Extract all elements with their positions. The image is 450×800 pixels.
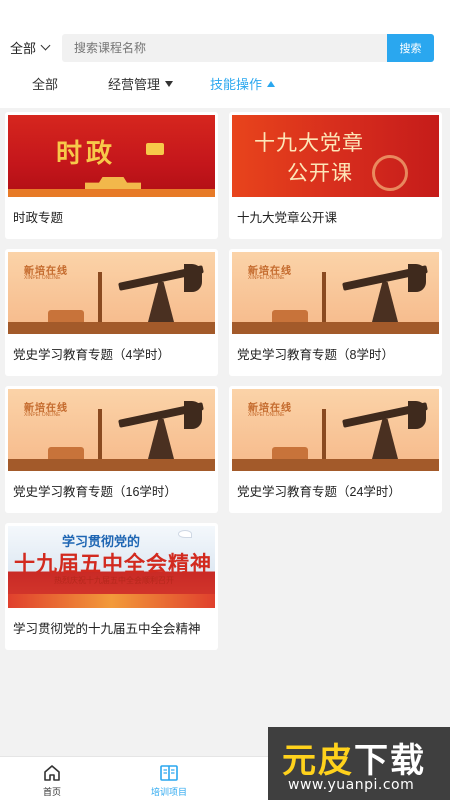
course-thumbnail: 新培在线 XINPEI ONLINE: [232, 252, 439, 334]
thumbnail-ground: [232, 459, 439, 471]
thumbnail-base: [8, 189, 215, 197]
tab-label: 全部: [32, 77, 59, 92]
tab-management[interactable]: 经营管理: [108, 74, 174, 93]
course-card[interactable]: 十九大党章 公开课 十九大党章公开课: [229, 112, 442, 239]
course-title: 党史学习教育专题（4学时）: [13, 348, 170, 362]
derrick-icon: [94, 409, 106, 459]
thumbnail-text: 十九大党章: [254, 131, 364, 155]
tab-skills[interactable]: 技能操作: [210, 74, 276, 93]
pumpjack-post: [148, 282, 174, 322]
caret-down-icon: [165, 80, 174, 87]
course-card[interactable]: 新培在线 XINPEI ONLINE 党史学习教育专题（16学时）: [5, 386, 218, 513]
derrick-icon: [94, 272, 106, 322]
dove-icon: [178, 530, 192, 538]
course-card[interactable]: 新培在线 XINPEI ONLINE 党史学习教育专题（24学时）: [229, 386, 442, 513]
course-title: 学习贯彻党的十九届五中全会精神: [13, 622, 201, 636]
search-button[interactable]: 搜索: [387, 34, 434, 62]
tab-all[interactable]: 全部: [32, 74, 58, 93]
nav-item-home[interactable]: 首页: [22, 763, 82, 798]
course-title: 党史学习教育专题（24学时）: [237, 485, 401, 499]
pumpjack-head: [408, 264, 426, 292]
watermark-logo: 元皮下载 www.yuanpi.com: [268, 727, 450, 800]
scope-dropdown[interactable]: 全部: [10, 38, 51, 57]
course-title: 党史学习教育专题（8学时）: [237, 348, 394, 362]
home-icon: [44, 765, 60, 781]
caret-up-icon: [267, 80, 276, 87]
course-card[interactable]: 学习贯彻党的 十九届五中全会精神 热烈庆祝十九届五中全会顺利召开 学习贯彻党的十…: [5, 523, 218, 650]
thumbnail-sub: XINPEI ONLINE: [248, 275, 285, 281]
thumbnail-ground: [232, 322, 439, 334]
search-box: 搜索: [62, 34, 434, 62]
pumpjack-head: [184, 401, 202, 429]
watermark-word: 元皮: [282, 741, 354, 781]
thumbnail-ground: [8, 322, 215, 334]
thumbnail-sub: XINPEI ONLINE: [24, 275, 61, 281]
pumpjack-post: [148, 419, 174, 459]
course-thumbnail: 学习贯彻党的 十九届五中全会精神 热烈庆祝十九届五中全会顺利召开: [8, 526, 215, 608]
thumbnail-text: 热烈庆祝十九届五中全会顺利召开: [54, 576, 174, 585]
pumpjack-head: [408, 401, 426, 429]
course-card[interactable]: 新培在线 XINPEI ONLINE 党史学习教育专题（8学时）: [229, 249, 442, 376]
thumbnail-text: 十九届五中全会精神: [14, 553, 212, 576]
watermark-title: 元皮下载: [282, 733, 426, 782]
pumpjack-post: [372, 419, 398, 459]
watermark-url: www.yuanpi.com: [288, 777, 415, 793]
nav-label: 培训项目: [150, 787, 187, 797]
chevron-down-icon: [40, 40, 51, 51]
watermark-word: 下载: [354, 741, 426, 781]
pumpjack-post: [372, 282, 398, 322]
course-title: 时政专题: [13, 211, 64, 225]
course-title: 十九大党章公开课: [237, 211, 338, 225]
thumbnail-sub: XINPEI ONLINE: [248, 412, 285, 418]
search-row: 全部 搜索: [0, 34, 450, 62]
filter-tabs: 全部 经营管理 技能操作: [0, 74, 450, 96]
derrick-icon: [318, 272, 330, 322]
book-icon: [160, 765, 178, 781]
thumbnail-text: 公开课: [287, 161, 353, 185]
course-thumbnail: 时政: [8, 115, 215, 197]
top-bar: 全部 搜索 全部 经营管理 技能操作: [0, 0, 450, 108]
course-card[interactable]: 时政 时政专题: [5, 112, 218, 239]
course-thumbnail: 新培在线 XINPEI ONLINE: [8, 252, 215, 334]
course-thumbnail: 十九大党章 公开课: [232, 115, 439, 197]
course-thumbnail: 新培在线 XINPEI ONLINE: [8, 389, 215, 471]
thumbnail-sub: XINPEI ONLINE: [24, 412, 61, 418]
tab-label: 技能操作: [210, 77, 263, 92]
thumbnail-ground: [8, 459, 215, 471]
thumbnail-text: 时政: [56, 139, 117, 169]
course-title: 党史学习教育专题（16学时）: [13, 485, 177, 499]
search-input[interactable]: [62, 34, 382, 62]
tab-label: 经营管理: [108, 77, 161, 92]
party-emblem-icon: [372, 155, 408, 191]
derrick-icon: [318, 409, 330, 459]
stamp-icon: [146, 143, 164, 155]
thumbnail-base: [8, 594, 215, 608]
scope-label: 全部: [10, 41, 37, 56]
pumpjack-head: [184, 264, 202, 292]
course-thumbnail: 新培在线 XINPEI ONLINE: [232, 389, 439, 471]
course-card[interactable]: 新培在线 XINPEI ONLINE 党史学习教育专题（4学时）: [5, 249, 218, 376]
nav-label: 首页: [42, 787, 61, 797]
nav-item-training[interactable]: 培训项目: [139, 763, 199, 798]
